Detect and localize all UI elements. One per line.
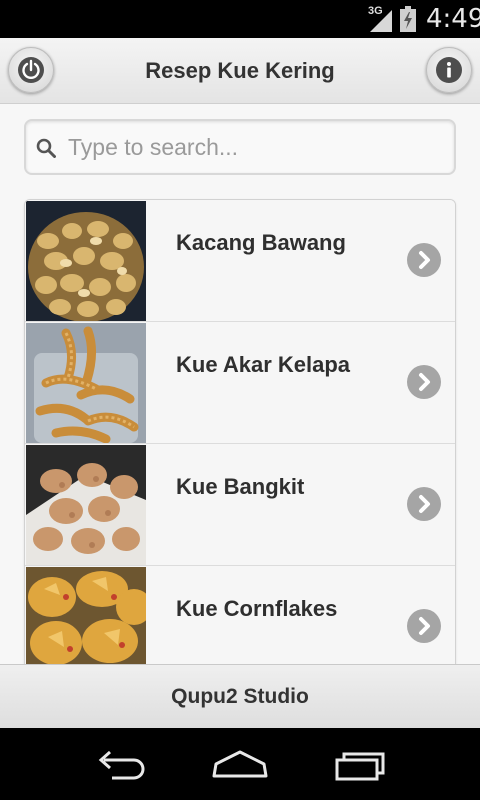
item-title: Kue Bangkit: [176, 474, 305, 499]
recipe-list: Kacang Bawang Kue Akar Kelapa Kue Bangki…: [24, 199, 456, 664]
kue-cornflakes-photo: [26, 567, 146, 664]
search-input[interactable]: [68, 129, 448, 165]
info-icon: [436, 57, 462, 83]
item-title: Kue Cornflakes: [176, 596, 338, 621]
list-item[interactable]: Kue Cornflakes: [25, 566, 455, 664]
status-bar: 3G 4:49: [0, 0, 480, 38]
chevron-right-icon: [407, 609, 441, 643]
back-button[interactable]: [90, 746, 150, 782]
search-box: [24, 119, 456, 175]
list-item[interactable]: Kue Bangkit: [25, 444, 455, 566]
list-item[interactable]: Kue Akar Kelapa: [25, 322, 455, 444]
info-button[interactable]: [426, 47, 472, 93]
battery-icon: [400, 6, 416, 32]
kue-akar-kelapa-photo: [26, 323, 146, 443]
item-title: Kue Akar Kelapa: [176, 352, 351, 377]
kue-bangkit-photo: [26, 445, 146, 565]
power-icon: [18, 57, 44, 83]
footer-bar: Qupu2 Studio: [0, 664, 480, 728]
recent-apps-button[interactable]: [330, 746, 390, 782]
main-content: Kacang Bawang: [0, 104, 480, 664]
home-icon: [212, 750, 268, 778]
clock: 4:49: [426, 4, 480, 34]
signal-icon: [370, 10, 392, 32]
app-header: Resep Kue Kering: [0, 38, 480, 104]
chevron-right-icon: [407, 365, 441, 399]
recent-apps-icon: [335, 752, 385, 781]
back-icon: [98, 750, 145, 780]
navigation-bar: [0, 728, 480, 800]
home-button[interactable]: [210, 746, 270, 782]
chevron-right-icon: [407, 487, 441, 521]
chevron-right-icon: [407, 243, 441, 277]
search-icon: [36, 138, 56, 158]
list-item[interactable]: Kacang Bawang: [25, 200, 455, 322]
kacang-bawang-photo: [26, 201, 146, 321]
power-button[interactable]: [8, 47, 54, 93]
page-title: Resep Kue Kering: [145, 58, 335, 83]
item-title: Kacang Bawang: [176, 230, 346, 255]
footer-credit: Qupu2 Studio: [171, 685, 309, 708]
